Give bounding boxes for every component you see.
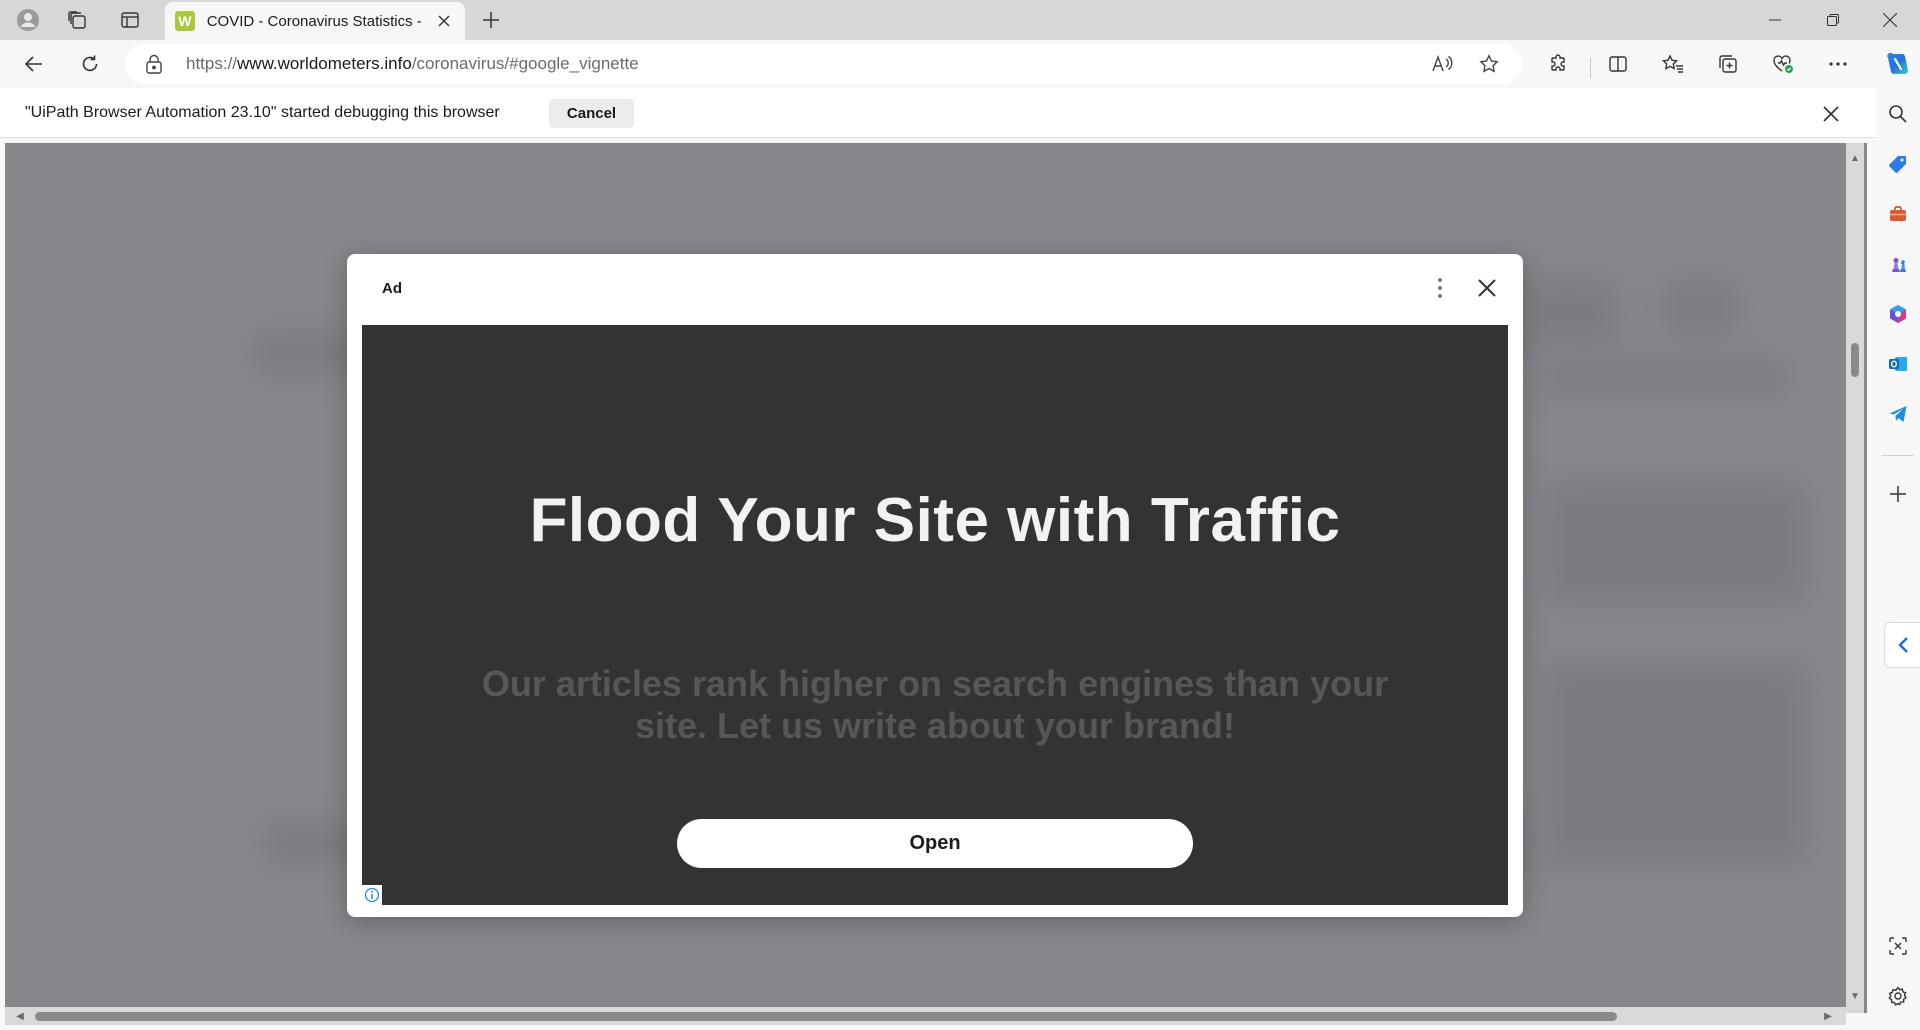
refresh-button[interactable] — [72, 48, 108, 80]
url-text[interactable]: https://www.worldometers.info/coronaviru… — [186, 54, 639, 74]
workspaces-icon[interactable] — [61, 6, 93, 34]
ad-close-icon[interactable] — [1472, 273, 1502, 303]
horizontal-scroll-thumb[interactable] — [35, 1012, 1617, 1021]
vertical-tabs-icon[interactable] — [114, 6, 146, 34]
tools-briefcase-icon[interactable] — [1884, 200, 1912, 228]
edge-sidebar — [1876, 40, 1920, 1030]
vertical-scrollbar[interactable]: ▲ ▼ — [1846, 143, 1864, 1013]
ad-headline: Flood Your Site with Traffic — [529, 486, 1341, 555]
more-options-icon[interactable] — [1820, 48, 1856, 80]
lock-icon[interactable] — [145, 54, 165, 74]
browser-essentials-icon[interactable] — [1765, 48, 1801, 80]
infobar-message: "UiPath Browser Automation 23.10" starte… — [25, 104, 500, 121]
microsoft-365-icon[interactable] — [1884, 300, 1912, 328]
screenshot-icon[interactable] — [1884, 932, 1912, 960]
read-aloud-icon[interactable] — [1426, 50, 1458, 78]
extensions-icon[interactable] — [1540, 48, 1576, 80]
tab-close-icon[interactable] — [433, 10, 455, 32]
outlook-icon[interactable] — [1884, 350, 1912, 378]
navigation-bar: https://www.worldometers.info/coronaviru… — [0, 40, 1920, 88]
ad-choices-info-icon[interactable] — [362, 885, 382, 905]
vignette-ad-dialog: Ad Flood Your Site with Traffic Our arti… — [347, 254, 1523, 917]
blurred-content — [1545, 663, 1805, 863]
ad-open-button[interactable]: Open — [677, 819, 1193, 868]
copilot-icon[interactable] — [1882, 48, 1914, 80]
title-bar: W COVID - Coronavirus Statistics - World… — [0, 0, 1920, 40]
scroll-left-arrow-icon[interactable]: ◀ — [13, 1009, 27, 1023]
sidebar-settings-icon[interactable] — [1884, 982, 1912, 1010]
shopping-tag-icon[interactable] — [1884, 150, 1912, 178]
active-tab[interactable]: W COVID - Coronavirus Statistics - World… — [165, 2, 465, 40]
search-icon[interactable] — [1884, 100, 1912, 128]
ad-subtext: Our articles rank higher on search engin… — [481, 663, 1389, 746]
minimize-button[interactable] — [1745, 0, 1805, 40]
collections-icon[interactable] — [1710, 48, 1746, 80]
blurred-content — [1545, 363, 1785, 393]
horizontal-scrollbar[interactable]: ◀ ▶ — [5, 1007, 1846, 1025]
scroll-right-arrow-icon[interactable]: ▶ — [1821, 1009, 1835, 1023]
ad-menu-icon[interactable] — [1432, 276, 1448, 300]
blurred-content — [1545, 483, 1805, 603]
sidebar-collapse-tab[interactable] — [1884, 622, 1920, 668]
blurred-content — [1665, 283, 1735, 333]
tab-favicon-icon: W — [175, 11, 195, 31]
split-screen-icon[interactable] — [1600, 48, 1636, 80]
vertical-scroll-thumb[interactable] — [1851, 343, 1859, 377]
back-button[interactable] — [16, 48, 52, 80]
favorites-icon[interactable] — [1655, 48, 1691, 80]
games-chess-icon[interactable] — [1884, 250, 1912, 278]
infobar-cancel-button[interactable]: Cancel — [549, 99, 634, 128]
ad-label: Ad — [382, 280, 402, 297]
blurred-content — [1525, 283, 1615, 343]
scroll-up-arrow-icon[interactable]: ▲ — [1848, 151, 1862, 165]
new-tab-button[interactable] — [475, 6, 507, 34]
add-sidebar-app-icon[interactable] — [1884, 480, 1912, 508]
send-telegram-icon[interactable] — [1884, 400, 1912, 428]
profile-icon[interactable] — [12, 6, 44, 34]
favorite-star-icon[interactable] — [1473, 50, 1505, 78]
debugging-infobar: "UiPath Browser Automation 23.10" starte… — [0, 88, 1876, 138]
address-bar[interactable]: https://www.worldometers.info/coronaviru… — [125, 44, 1522, 84]
restore-button[interactable] — [1803, 0, 1863, 40]
close-window-button[interactable] — [1860, 0, 1920, 40]
toolbar-divider — [1590, 58, 1591, 78]
tab-title: COVID - Coronavirus Statistics - Worldom… — [206, 12, 424, 30]
scroll-down-arrow-icon[interactable]: ▼ — [1848, 989, 1862, 1003]
infobar-close-icon[interactable] — [1817, 100, 1845, 128]
sidebar-divider — [1882, 455, 1914, 456]
ad-creative[interactable]: Flood Your Site with Traffic Our article… — [362, 325, 1508, 905]
